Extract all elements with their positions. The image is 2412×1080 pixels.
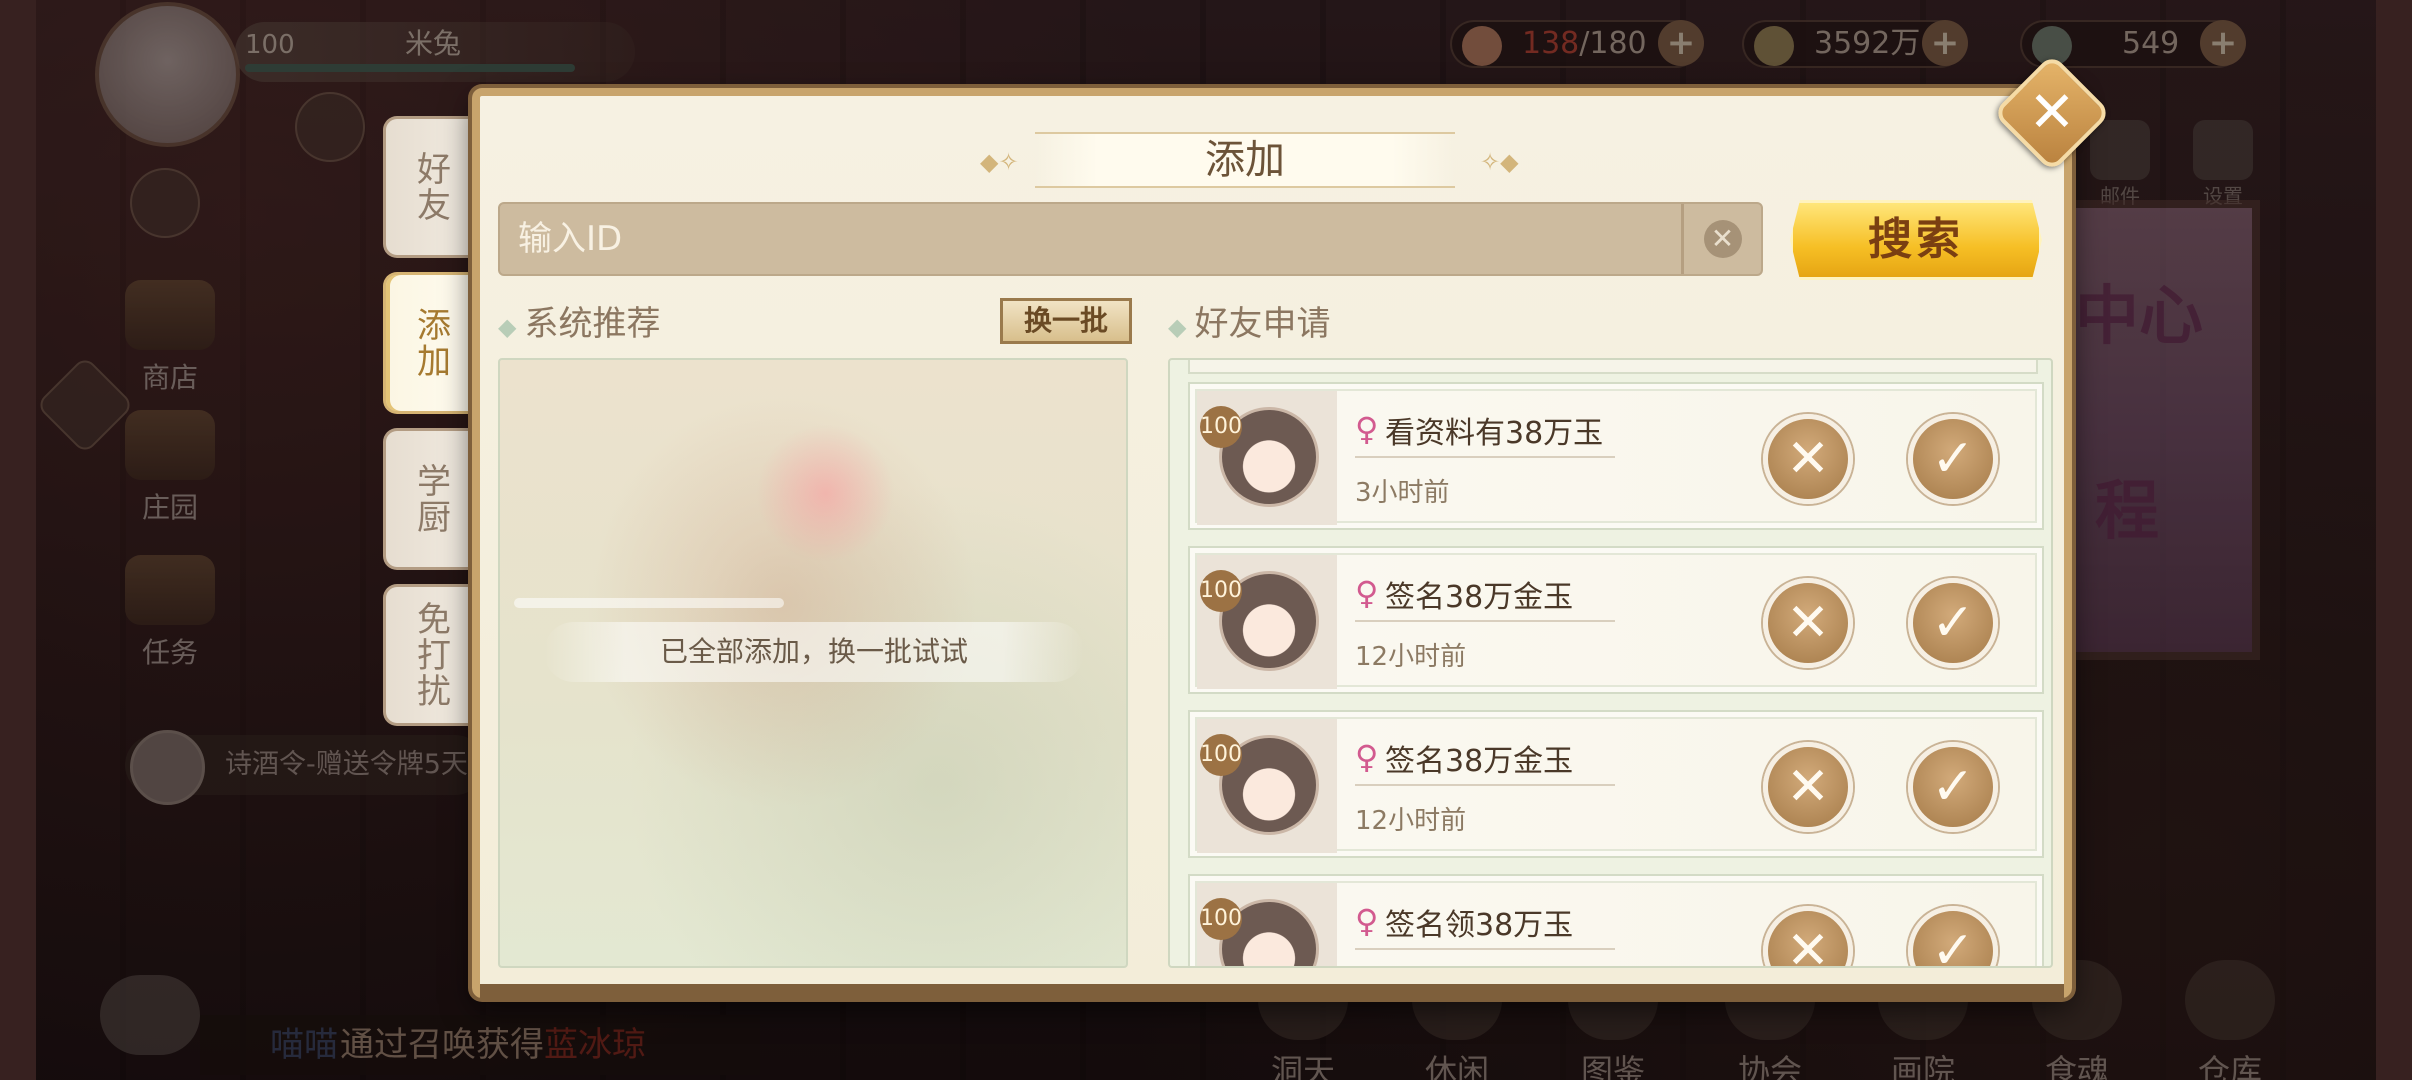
reject-button[interactable]: ✕ (1763, 742, 1853, 832)
accept-button[interactable]: ✓ (1908, 414, 1998, 504)
female-icon: ♀ (1355, 902, 1379, 940)
friend-request-row: 100 ♀ 签名领38万玉 ✕ ✓ (1188, 874, 2044, 966)
dialog-title: 添加 (1035, 132, 1455, 188)
recommend-scrollbar[interactable] (514, 598, 784, 608)
requester-name: 看资料有38万玉 (1385, 416, 1604, 451)
search-field: ✕ (498, 202, 1763, 276)
diamond-bullet-icon: ◆ (498, 313, 517, 341)
clear-input-button[interactable]: ✕ (1681, 204, 1761, 274)
divider (1355, 620, 1615, 622)
divider (1355, 456, 1615, 458)
requester-name: 签名38万金玉 (1385, 580, 1574, 615)
close-icon: ✕ (2028, 80, 2076, 145)
reject-button[interactable]: ✕ (1763, 414, 1853, 504)
female-icon: ♀ (1355, 738, 1379, 776)
female-icon: ♀ (1355, 574, 1379, 612)
requester-name: 签名领38万玉 (1385, 908, 1574, 943)
accept-button[interactable]: ✓ (1908, 906, 1998, 966)
tab-friends[interactable]: 好友 (383, 116, 475, 258)
level-badge: 100 (1200, 898, 1242, 940)
level-badge: 100 (1200, 734, 1242, 776)
accept-button[interactable]: ✓ (1908, 578, 1998, 668)
level-badge: 100 (1200, 570, 1242, 612)
request-time: 12小时前 (1355, 806, 1467, 836)
title-ornament-right-icon: ✧◆ (1480, 148, 1519, 176)
tab-add[interactable]: 添加 (383, 272, 475, 414)
female-icon: ♀ (1355, 410, 1379, 448)
recommend-panel: 已全部添加，换一批试试 (498, 358, 1128, 968)
friend-request-row: 100 ♀ 看资料有38万玉 3小时前 ✕ ✓ (1188, 382, 2044, 530)
recommend-section-label: ◆ 系统推荐 (498, 304, 661, 344)
id-search-input[interactable] (500, 204, 1660, 274)
divider (1355, 784, 1615, 786)
reject-button[interactable]: ✕ (1763, 578, 1853, 668)
refresh-batch-button[interactable]: 换一批 (1000, 298, 1132, 344)
requester-name: 签名38万金玉 (1385, 744, 1574, 779)
recommend-empty-message: 已全部添加，换一批试试 (544, 622, 1084, 682)
dialog-shade (480, 984, 2064, 998)
title-ornament-left-icon: ◆✧ (980, 148, 1019, 176)
request-time: 3小时前 (1355, 478, 1450, 508)
accept-button[interactable]: ✓ (1908, 742, 1998, 832)
diamond-bullet-icon: ◆ (1168, 313, 1187, 341)
add-friend-dialog: ◆✧ 添加 ✧◆ ✕ ✕ 搜索 ◆系统推荐 换一批 已全部添加，换一批试试 ◆好… (472, 53, 2112, 998)
reject-button[interactable]: ✕ (1763, 906, 1853, 966)
tab-do-not-disturb[interactable]: 免打扰 (383, 584, 475, 726)
clear-icon: ✕ (1703, 220, 1742, 258)
tab-learn-cooking[interactable]: 学厨 (383, 428, 475, 570)
search-button[interactable]: 搜索 (1790, 200, 2042, 280)
request-time: 12小时前 (1355, 642, 1467, 672)
list-top-edge (1188, 360, 2038, 374)
divider (1355, 948, 1615, 950)
friend-request-row: 100 ♀ 签名38万金玉 12小时前 ✕ ✓ (1188, 546, 2044, 694)
friend-request-row: 100 ♀ 签名38万金玉 12小时前 ✕ ✓ (1188, 710, 2044, 858)
friend-request-list[interactable]: 100 ♀ 看资料有38万玉 3小时前 ✕ ✓ 100 ♀ 签名38万金玉 12… (1168, 358, 2053, 968)
requests-section-label: ◆ 好友申请 (1168, 304, 1331, 344)
level-badge: 100 (1200, 406, 1242, 448)
